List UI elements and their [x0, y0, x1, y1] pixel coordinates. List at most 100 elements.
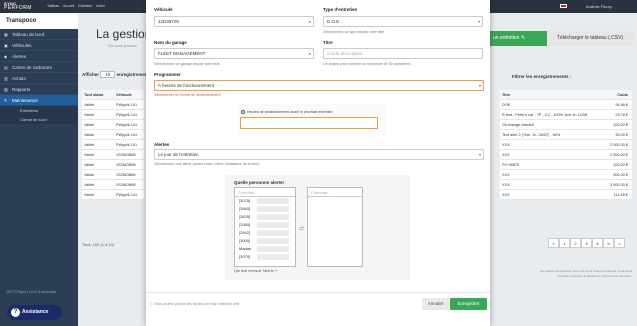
breadcrumb-tableau[interactable]: Tableau — [47, 4, 59, 8]
download-csv-button[interactable]: Télécharger le tableau (.CSV) — [547, 31, 633, 46]
table-row[interactable]: Validé 1S2MOB86 — [82, 170, 144, 180]
edit-icon: ✎ — [520, 35, 526, 41]
filter-label: Filtrer les enregistrements : — [512, 74, 572, 79]
breadcrumb-entretien[interactable]: Entretien — [78, 4, 92, 8]
table-row[interactable]: Validé PWpjclk 141 — [82, 100, 144, 110]
status-note: Les statuts de l'entretien sont mis à jo… — [539, 269, 632, 278]
table-row[interactable]: Oil change needed 200,00 € — [500, 120, 632, 130]
breadcrumb-index[interactable]: Index — [96, 4, 105, 8]
vehicle-icon: ▣ — [4, 43, 8, 48]
chevron-down-icon: ▾ — [478, 83, 481, 88]
list-item[interactable]: [3940] — [235, 205, 295, 213]
vehicle-cell: PWpjclk 141 — [116, 143, 138, 147]
list-item[interactable]: [2942] — [235, 229, 295, 237]
hours-radio[interactable]: Heures de fonctionnement avant le procha… — [241, 110, 333, 115]
table-row[interactable]: Validé PWpjclk 141 — [82, 130, 144, 140]
breadcrumb-accueil[interactable]: Accueil — [63, 4, 74, 8]
new-maintenance-button[interactable]: un entretien ✎ — [489, 31, 547, 46]
table-row[interactable]: PO 98876 200,00 € — [500, 160, 632, 170]
cost-cell: 23,78 € — [615, 113, 628, 117]
table-row[interactable]: DOE 94,86 € — [500, 100, 632, 110]
title-cell: XXX — [502, 153, 510, 157]
sidebar-item-alerts[interactable]: ◆ Alertes — [0, 51, 78, 62]
sidebar-item-vehicles[interactable]: ▣ Véhicules — [0, 40, 78, 51]
sidebar-item-maintenance[interactable]: ✎ Maintenance — [0, 95, 78, 106]
save-button[interactable]: Enregistrer — [450, 298, 487, 310]
table-row[interactable]: Validé 1S2MOB86 — [82, 180, 144, 190]
list-item[interactable]: [2080] — [235, 221, 295, 229]
user-id: Marian — [239, 246, 252, 251]
user-menu[interactable]: Andrew Fleury — [586, 4, 612, 9]
title-input[interactable]: courte description — [323, 48, 483, 59]
page-subtitle: Où vous pouvez — [108, 43, 137, 48]
language-flag-icon[interactable] — [560, 4, 567, 8]
garage-select[interactable]: FLEET MANAGEMENT ▾ — [154, 48, 314, 59]
list-item[interactable]: [2829] — [235, 213, 295, 221]
modal-footer: ⓘ Vous pourrez joindre des fichiers une … — [146, 292, 490, 326]
selected-users-list[interactable]: Chercher... — [307, 187, 363, 267]
available-users-list[interactable]: Chercher... [3075] [3940] [2829] [2080] … — [234, 187, 296, 267]
title-label: Titre — [323, 40, 333, 45]
list-item[interactable]: [3000] — [235, 237, 295, 245]
table-row[interactable]: Validé PWpjclk 141 — [82, 120, 144, 130]
redacted-name — [257, 222, 289, 228]
table-row[interactable]: Validé PWpjclk 141 — [82, 190, 144, 200]
table-row[interactable]: XXX 2 000,00 € — [500, 150, 632, 160]
table-row[interactable]: Validé 1S2MOB86 — [82, 150, 144, 160]
selected-users-search[interactable]: Chercher... — [308, 188, 362, 197]
column-header-title[interactable]: Titre — [500, 90, 602, 100]
cost-cell: 94,86 € — [615, 103, 628, 107]
sidebar-item-purchases[interactable]: ▥ Achats — [0, 73, 78, 84]
vehicle-cell: 1S2MOB86 — [116, 173, 136, 177]
cancel-button[interactable]: Annuler — [422, 298, 449, 310]
sidebar-subitem-carnet[interactable]: Carnet de suivi — [0, 115, 78, 124]
type-select[interactable]: D.O.E ▾ — [323, 16, 483, 27]
sidebar-item-dashboard[interactable]: ▦ Tableau de bord — [0, 29, 78, 40]
sidebar-item-reports[interactable]: ▧ Rapports — [0, 84, 78, 95]
page-4[interactable]: 4 — [592, 238, 603, 248]
list-item[interactable]: Marian — [235, 245, 295, 253]
assistance-button[interactable]: ? Assistance — [7, 305, 62, 320]
page-5[interactable]: 5 — [603, 238, 614, 248]
table-row[interactable]: XXX 114,55 € — [500, 190, 632, 200]
sidebar-item-fuel-cards[interactable]: ▤ Cartes de carburant — [0, 62, 78, 73]
table-row[interactable]: XXX 2 000,00 € — [500, 140, 632, 150]
card-icon: ▤ — [4, 65, 8, 70]
table-row[interactable]: Test alert 2 (7km, 1h, 26/07) - 50% 35,00… — [500, 130, 632, 140]
page-length-select[interactable]: 10 — [100, 71, 116, 78]
column-header-vehicle[interactable]: Véhicule — [116, 93, 132, 97]
page-2[interactable]: 2 — [570, 238, 581, 248]
table-row[interactable]: XXX 3 000,00 € — [500, 180, 632, 190]
chevron-down-icon: ▾ — [477, 19, 480, 24]
sidebar: Transpoco ▦ Tableau de bord ▣ Véhicules ◆ A… — [0, 13, 78, 326]
question-icon: ? — [11, 308, 20, 317]
vehicle-field[interactable]: 12D35729 ▾ — [154, 16, 314, 27]
cost-cell: 35,00 € — [615, 133, 628, 137]
logo[interactable]: SYNC PERFORM — [4, 1, 44, 11]
swap-arrows-icon[interactable]: ⇄ — [299, 225, 304, 232]
hours-input[interactable] — [240, 117, 378, 129]
sidebar-item-label: Achats — [12, 76, 26, 81]
table-row[interactable]: XXX 300,00 € — [500, 170, 632, 180]
column-header-cost[interactable]: Coûts — [602, 90, 630, 100]
show-label: Afficher — [82, 72, 100, 77]
list-item[interactable]: [3079] — [235, 253, 295, 261]
table-row[interactable]: Validé PWpjclk 141 — [82, 110, 144, 120]
page-next[interactable]: » — [614, 238, 625, 248]
page-3[interactable]: 3 — [581, 238, 592, 248]
schedule-select[interactable]: A heures de fonctionnement ▾ — [154, 80, 484, 91]
status-cell: Validé — [84, 183, 95, 187]
table-row[interactable]: Validé 1S2MOB86 — [82, 160, 144, 170]
table-row[interactable]: Validé PWpjclk 141 — [82, 140, 144, 150]
vehicle-cell: 1S2MOB86 — [116, 163, 136, 167]
page-1[interactable]: 1 — [559, 238, 570, 248]
title-cell: XXX — [502, 183, 510, 187]
column-header-status[interactable]: Tout statut — [82, 90, 116, 100]
sidebar-subitem-entretiens[interactable]: Entretiens — [0, 106, 78, 115]
title-cell: XXX — [502, 193, 510, 197]
page-prev[interactable]: « — [548, 238, 559, 248]
alerts-select[interactable]: Le jour de l'entretien ▾ — [154, 149, 484, 160]
available-users-search[interactable]: Chercher... — [235, 188, 295, 197]
list-item[interactable]: [3075] — [235, 197, 295, 205]
table-row[interactable]: R test - Peter's car - 7P - CV - 100% 1k… — [500, 110, 632, 120]
